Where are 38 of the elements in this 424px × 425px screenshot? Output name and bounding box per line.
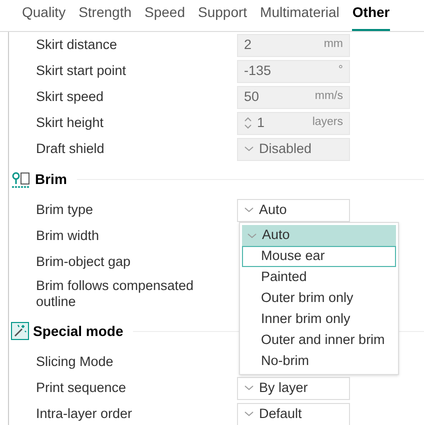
dropdown-option[interactable]: No-brim <box>242 351 396 372</box>
setting-label: Intra-layer order <box>35 406 134 422</box>
dropdown-option[interactable]: Outer brim only <box>242 288 396 309</box>
tab[interactable]: Other <box>352 2 390 31</box>
setting-label: Brim-object gap <box>35 254 132 270</box>
setting-label: Brim follows compensated outline <box>35 278 195 310</box>
dropdown-field[interactable]: By layer <box>237 376 350 400</box>
dropdown-field[interactable]: Auto <box>237 198 350 222</box>
setting-label: Skirt start point <box>35 63 128 79</box>
setting-label: Brim type <box>35 202 94 218</box>
chevron-down-icon <box>244 411 254 417</box>
tab[interactable]: Support <box>198 2 248 31</box>
section-title: Brim <box>35 170 67 189</box>
tab[interactable]: Strength <box>78 2 132 31</box>
dropdown-option[interactable]: Outer and inner brim <box>242 330 396 351</box>
setting-label: Slicing Mode <box>35 354 114 370</box>
section-title: Special mode <box>33 322 124 341</box>
magic-wand-icon <box>11 322 29 340</box>
setting-label: Skirt speed <box>35 89 105 105</box>
setting-label: Print sequence <box>35 380 128 396</box>
setting-label: Draft shield <box>35 141 106 157</box>
chevron-down-icon <box>247 232 257 238</box>
dropdown-option[interactable]: Inner brim only <box>242 309 396 330</box>
brim-icon <box>11 170 31 188</box>
chevron-down-icon <box>244 207 254 213</box>
tab[interactable]: Multimaterial <box>260 2 340 31</box>
tab[interactable]: Speed <box>144 2 185 31</box>
setting-label: Brim width <box>35 228 100 244</box>
chevron-down-icon <box>244 146 254 152</box>
dropdown-option[interactable]: Mouse ear <box>242 246 396 267</box>
setting-label: Skirt height <box>35 115 105 131</box>
chevron-down-icon <box>244 385 254 391</box>
dropdown-field[interactable]: Default <box>237 402 350 425</box>
tab[interactable]: Quality <box>22 2 66 31</box>
dropdown-option[interactable]: Auto <box>242 225 396 246</box>
setting-label: Skirt distance <box>35 37 118 53</box>
spin-arrows-icon <box>244 116 252 130</box>
dropdown-option[interactable]: Painted <box>242 267 396 288</box>
